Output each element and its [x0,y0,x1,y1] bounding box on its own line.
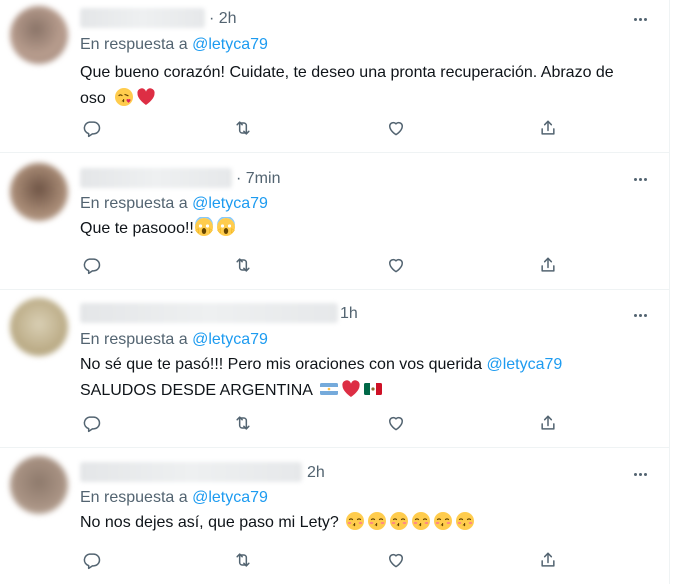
red-heart-emoji [341,379,361,399]
tweet-text-fragment: Que te pasooo!! [80,220,194,237]
kissing-face-emoji [389,511,409,531]
tweet-actions [80,118,560,138]
kissing-face-emoji [433,511,453,531]
red-heart-emoji [136,87,156,107]
tweet-text: No sé que te pasó!!! Pero mis oraciones … [80,352,660,404]
reply-icon[interactable] [82,255,102,275]
tweet-time[interactable]: · 2h [209,10,237,28]
tweet-text-line: No sé que te pasó!!! Pero mis oraciones … [80,352,660,378]
reply-tweet[interactable]: · 7min En respuesta a @letyca79 Que te p… [0,153,670,290]
tweet-time[interactable]: 1h [340,305,358,323]
reply-prefix: En respuesta a [80,489,188,506]
reply-context: En respuesta a @letyca79 [80,195,268,213]
reply-context: En respuesta a @letyca79 [80,331,268,349]
display-name[interactable] [80,462,302,482]
more-options-icon[interactable] [630,467,650,481]
tweet-text-line: Que bueno corazón! Cuidate, te deseo una… [80,64,614,81]
kissing-face-emoji [455,511,475,531]
reply-tweet[interactable]: 2h En respuesta a @letyca79 No nos dejes… [0,448,670,584]
tweet-actions [80,255,560,275]
reply-handle-link[interactable]: @letyca79 [192,195,268,212]
reply-context: En respuesta a @letyca79 [80,36,268,54]
kissing-face-emoji [411,511,431,531]
tweet-text-line: oso [80,86,660,112]
kissing-face-emoji [345,511,365,531]
screaming-face-emoji [216,217,236,237]
reply-icon[interactable] [82,118,102,138]
share-icon[interactable] [538,413,558,433]
more-options-icon[interactable] [630,308,650,322]
kissing-heart-emoji [114,87,134,107]
reply-prefix: En respuesta a [80,36,188,53]
retweet-icon[interactable] [233,413,253,433]
reply-handle-link[interactable]: @letyca79 [192,331,268,348]
tweet-time-value: 1h [340,305,358,322]
argentina-flag-emoji [319,379,339,399]
more-options-icon[interactable] [630,12,650,26]
display-name[interactable] [80,168,232,188]
tweet-text-line: SALUDOS DESDE ARGENTINA [80,378,660,404]
tweet-text-fragment: No sé que te pasó!!! Pero mis oraciones … [80,356,482,373]
tweet-text-line: No nos dejes así, que paso mi Lety? [80,510,660,536]
like-icon[interactable] [386,118,406,138]
replies-timeline: · 2h En respuesta a @letyca79 Que bueno … [0,0,670,584]
tweet-text-line: Que te pasooo!! [80,216,660,242]
avatar[interactable] [10,456,68,514]
display-name[interactable] [80,8,205,28]
mention-link[interactable]: @letyca79 [486,356,562,373]
like-icon[interactable] [386,413,406,433]
tweet-time-value: 7min [245,170,281,187]
kissing-face-emoji [367,511,387,531]
reply-prefix: En respuesta a [80,195,188,212]
reply-icon[interactable] [82,413,102,433]
tweet-actions [80,413,560,433]
tweet-text-fragment: No nos dejes así, que paso mi Lety? [80,514,339,531]
tweet-time-value: 2h [218,10,237,27]
reply-icon[interactable] [82,550,102,570]
tweet-actions [80,550,560,570]
reply-context: En respuesta a @letyca79 [80,489,268,507]
share-icon[interactable] [538,118,558,138]
display-name[interactable] [80,303,338,323]
reply-handle-link[interactable]: @letyca79 [192,36,268,53]
tweet-time-value: 2h [307,464,325,481]
retweet-icon[interactable] [233,118,253,138]
tweet-time[interactable]: · 7min [236,170,280,188]
tweet-time[interactable]: 2h [307,464,325,482]
reply-prefix: En respuesta a [80,331,188,348]
tweet-text: No nos dejes así, que paso mi Lety? [80,510,660,536]
avatar[interactable] [10,163,68,221]
more-options-icon[interactable] [630,172,650,186]
mexico-flag-emoji [363,379,383,399]
reply-tweet[interactable]: 1h En respuesta a @letyca79 No sé que te… [0,290,670,448]
retweet-icon[interactable] [233,550,253,570]
share-icon[interactable] [538,255,558,275]
like-icon[interactable] [386,255,406,275]
share-icon[interactable] [538,550,558,570]
tweet-text-fragment: SALUDOS DESDE ARGENTINA [80,382,313,399]
reply-tweet[interactable]: · 2h En respuesta a @letyca79 Que bueno … [0,0,670,153]
tweet-text: Que te pasooo!! [80,216,660,242]
like-icon[interactable] [386,550,406,570]
reply-handle-link[interactable]: @letyca79 [192,489,268,506]
avatar[interactable] [10,6,68,64]
screaming-face-emoji [194,217,214,237]
tweet-text: Que bueno corazón! Cuidate, te deseo una… [80,60,660,112]
tweet-text-fragment: oso [80,90,106,107]
avatar[interactable] [10,298,68,356]
retweet-icon[interactable] [233,255,253,275]
